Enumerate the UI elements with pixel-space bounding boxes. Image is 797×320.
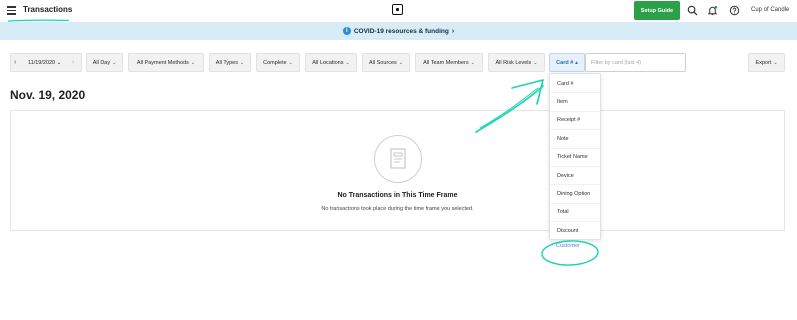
- info-icon: i: [342, 27, 351, 35]
- filter-label: All Risk Levels: [495, 59, 532, 66]
- receipt-icon: [374, 135, 422, 183]
- date-selector: ‹ 11/19/2020 ⌄ ›: [10, 53, 82, 72]
- filter-label: All Sources: [368, 59, 397, 66]
- help-icon[interactable]: [729, 5, 740, 16]
- card-filter-button[interactable]: Card # ▴: [549, 53, 585, 72]
- type-filter[interactable]: All Types ⌄: [209, 53, 251, 72]
- account-menu[interactable]: Cup of Candle: [751, 7, 789, 13]
- location-filter[interactable]: All Locations ⌄: [305, 53, 357, 72]
- dropdown-item-ticket-name[interactable]: Ticket Name: [550, 149, 600, 167]
- chevron-right-icon: ›: [451, 27, 455, 35]
- banner-text: COVID-19 resources & funding: [353, 27, 449, 35]
- payment-method-filter[interactable]: All Payment Methods ⌄: [128, 53, 204, 72]
- dropdown-item-total[interactable]: Total: [550, 204, 600, 223]
- filter-label: All Payment Methods: [136, 59, 189, 66]
- square-logo-icon[interactable]: [392, 4, 403, 15]
- setup-guide-button[interactable]: Setup Guide: [634, 1, 680, 20]
- dropdown-item-item[interactable]: Item: [550, 93, 600, 112]
- search-icon[interactable]: [687, 5, 698, 16]
- filter-label: Complete: [263, 59, 287, 66]
- status-filter[interactable]: Complete ⌄: [256, 53, 300, 72]
- dropdown-item-card[interactable]: Card #: [550, 75, 600, 94]
- dropdown-item-device[interactable]: Device: [550, 167, 600, 186]
- filter-label: All Types: [215, 59, 238, 66]
- page-title: Transactions: [23, 5, 73, 14]
- chevron-left-icon[interactable]: ‹: [14, 59, 16, 66]
- card-filter-dropdown: Card # Item Receipt # Note Ticket Name D…: [549, 73, 601, 240]
- dropdown-item-receipt[interactable]: Receipt #: [550, 112, 600, 131]
- chevron-up-icon: ▴: [575, 59, 578, 66]
- filter-label: All Day: [92, 59, 111, 66]
- chevron-down-icon: ⌄: [112, 59, 117, 66]
- empty-state-subtitle: No transactions took place during the ti…: [321, 206, 474, 212]
- bell-icon[interactable]: [707, 5, 718, 16]
- risk-level-filter[interactable]: All Risk Levels ⌄: [488, 53, 545, 72]
- chevron-down-icon: ⌄: [190, 59, 196, 66]
- date-picker[interactable]: 11/19/2020 ⌄: [28, 60, 61, 66]
- annotation-arrowhead-icon: [511, 79, 544, 105]
- date-value: 11/19/2020: [28, 60, 56, 66]
- chevron-down-icon: ⌄: [533, 59, 538, 66]
- source-filter[interactable]: All Sources ⌄: [362, 53, 410, 72]
- menu-icon[interactable]: [7, 6, 16, 15]
- date-heading: Nov. 19, 2020: [10, 88, 86, 102]
- card-filter-input[interactable]: [585, 53, 686, 72]
- filter-label: Card #: [556, 59, 574, 66]
- top-nav: Transactions Setup Guide Cup of Candle: [0, 0, 797, 22]
- empty-state-title: No Transactions in This Time Frame: [337, 192, 458, 199]
- chevron-down-icon: ⌄: [398, 59, 404, 66]
- transactions-panel: No Transactions in This Time Frame No tr…: [10, 110, 785, 231]
- filter-label: All Team Members: [423, 59, 469, 66]
- export-button[interactable]: Export ⌄: [748, 53, 785, 72]
- chevron-down-icon: ⌄: [345, 59, 350, 66]
- chevron-down-icon: ⌄: [56, 60, 62, 66]
- dropdown-item-note[interactable]: Note: [550, 130, 600, 149]
- covid-banner[interactable]: i COVID-19 resources & funding ›: [0, 22, 797, 40]
- dropdown-item-dining-option[interactable]: Dining Option: [550, 185, 600, 204]
- chevron-down-icon: ⌄: [470, 59, 475, 66]
- filter-label: Export: [755, 59, 772, 66]
- chevron-down-icon: ⌄: [240, 59, 245, 66]
- dropdown-item-customer[interactable]: Customer: [556, 243, 580, 249]
- filter-label: All Locations: [312, 59, 344, 66]
- chevron-right-icon[interactable]: ›: [72, 59, 74, 66]
- chevron-down-icon: ⌄: [288, 59, 293, 66]
- team-member-filter[interactable]: All Team Members ⌄: [415, 53, 483, 72]
- dropdown-item-discount[interactable]: Discount: [550, 222, 600, 240]
- time-filter[interactable]: All Day ⌄: [86, 53, 123, 72]
- chevron-down-icon: ⌄: [773, 59, 778, 66]
